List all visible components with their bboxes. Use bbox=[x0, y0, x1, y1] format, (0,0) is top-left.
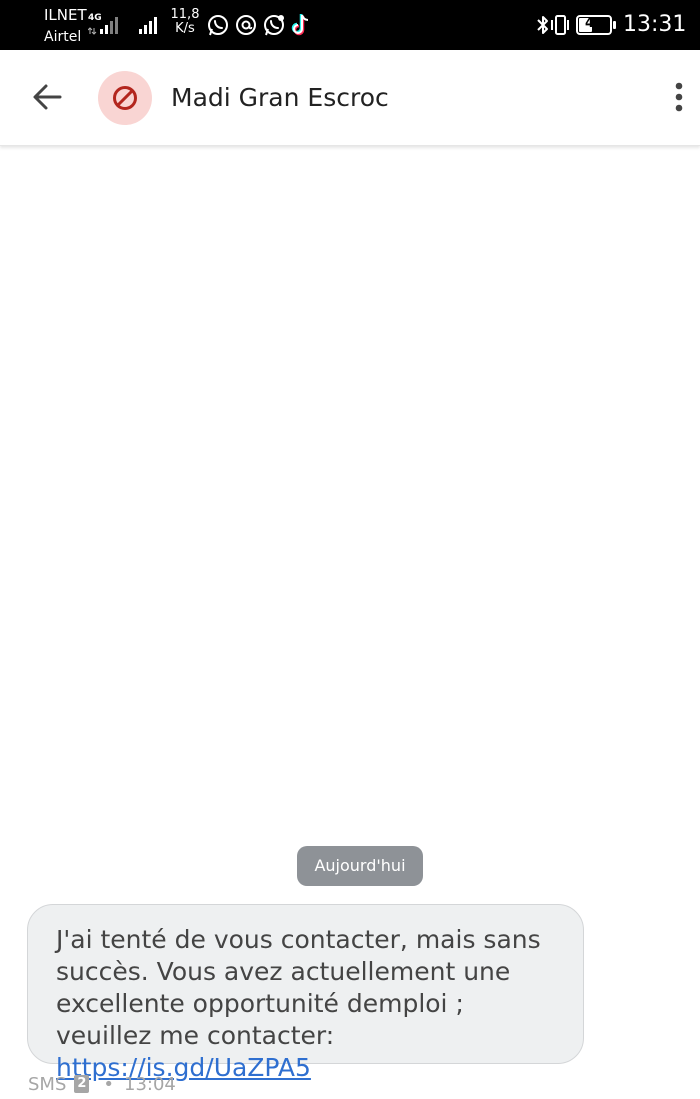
carrier-1-label: ILNET bbox=[44, 6, 87, 24]
message-text: J'ai tenté de vous contacter, mais sans … bbox=[56, 925, 541, 1050]
incoming-message-bubble[interactable]: J'ai tenté de vous contacter, mais sans … bbox=[27, 904, 584, 1082]
message-channel: SMS bbox=[28, 1073, 67, 1095]
threads-icon bbox=[236, 15, 256, 35]
tiktok-icon bbox=[291, 14, 309, 36]
conversation-header: Madi Gran Escroc bbox=[0, 50, 700, 146]
signal-sim2-icon bbox=[139, 17, 157, 34]
contact-avatar[interactable] bbox=[98, 71, 152, 125]
status-time: 13:31 bbox=[623, 12, 687, 37]
contact-name[interactable]: Madi Gran Escroc bbox=[171, 83, 389, 112]
date-separator: Aujourd'hui bbox=[297, 846, 423, 886]
bluetooth-icon bbox=[537, 16, 548, 34]
network-speed-unit: K/s bbox=[175, 21, 195, 36]
vibrate-icon bbox=[551, 15, 569, 35]
carrier-2-label: Airtel bbox=[44, 29, 82, 45]
blocked-icon bbox=[113, 86, 137, 110]
signal-sim1-icon bbox=[88, 17, 118, 35]
battery-percent-label: 41 bbox=[584, 16, 604, 31]
message-time: 13:04 bbox=[124, 1073, 176, 1095]
whatsapp-icon bbox=[208, 15, 228, 36]
network-speed: 11,8 K/s bbox=[170, 8, 200, 36]
arrow-left-icon bbox=[33, 84, 62, 110]
battery-nub bbox=[613, 21, 616, 29]
whatsapp-business-icon bbox=[264, 15, 284, 36]
meta-separator: • bbox=[103, 1073, 115, 1095]
status-bar: ILNET Airtel 4G 11,8 K/s 41 13:31 bbox=[0, 0, 700, 50]
more-options-button[interactable] bbox=[662, 78, 696, 118]
message-meta: SMS 2 • 13:04 bbox=[28, 1072, 176, 1096]
message-body: J'ai tenté de vous contacter, mais sans … bbox=[56, 924, 563, 1084]
sim-2-icon: 2 bbox=[74, 1075, 90, 1093]
battery-icon: 41 bbox=[576, 15, 612, 35]
messaging-screen: ILNET Airtel 4G 11,8 K/s 41 13:31 Madi G… bbox=[0, 0, 700, 1099]
network-speed-value: 11,8 bbox=[170, 7, 200, 22]
back-button[interactable] bbox=[24, 78, 70, 118]
more-vertical-icon bbox=[675, 82, 683, 112]
